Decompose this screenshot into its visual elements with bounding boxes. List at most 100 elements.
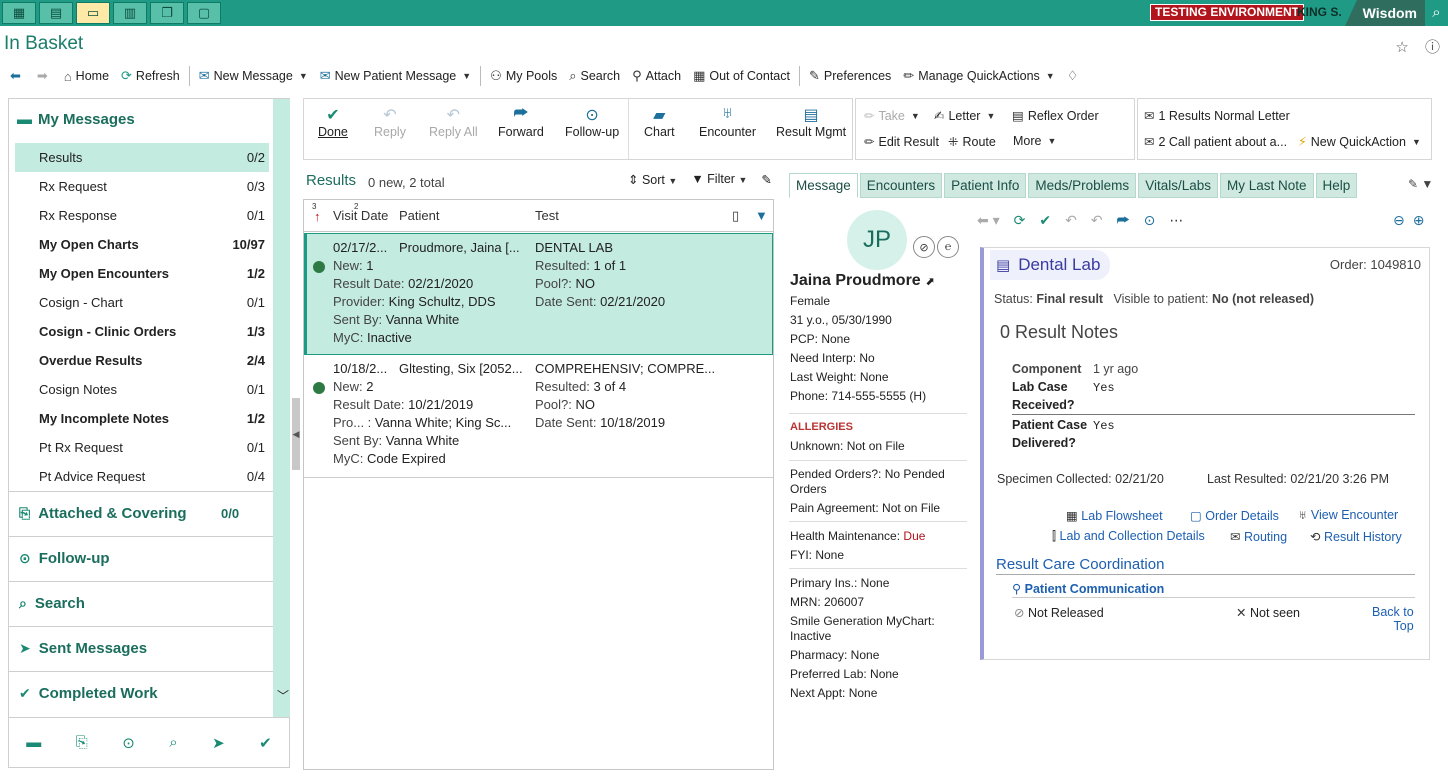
- followup-icon[interactable]: ⊙: [1144, 212, 1156, 229]
- edit-result-button[interactable]: ✏ Edit Result: [864, 134, 939, 150]
- favorite-star-icon[interactable]: ☆: [1395, 39, 1408, 56]
- table-row[interactable]: 02/17/2... Proudmore, Jaina [... DENTAL …: [304, 233, 773, 355]
- quickaction-2-button[interactable]: ✉ 2 Call patient about a...: [1144, 134, 1294, 150]
- my-pools-button[interactable]: ⚇ My Pools: [484, 65, 563, 87]
- tab-help[interactable]: Help: [1315, 173, 1358, 198]
- view-encounter-link[interactable]: ♅ View Encounter: [1298, 508, 1398, 522]
- refresh-button[interactable]: ⟳ Refresh: [115, 65, 186, 87]
- new-patient-message-button[interactable]: ✉ New Patient Message ▼: [314, 65, 477, 87]
- folder-item[interactable]: Pt Rx Request 0/1: [15, 433, 269, 462]
- reply-button[interactable]: ↶ Reply: [374, 105, 406, 139]
- lab-collection-link[interactable]: ⫿ Lab and Collection Details: [1052, 529, 1205, 544]
- patient-communication-link[interactable]: ⚲ Patient Communication: [1012, 581, 1164, 596]
- forward-nav-button[interactable]: ➡: [31, 65, 58, 87]
- order-details-link[interactable]: ▢ Order Details: [1190, 508, 1279, 523]
- folder-item[interactable]: Overdue Results 2/4: [15, 346, 269, 375]
- avatar[interactable]: JP: [847, 210, 907, 270]
- folder-item[interactable]: My Open Encounters 1/2: [15, 259, 269, 288]
- result-history-link[interactable]: ⟲ Result History: [1310, 529, 1402, 544]
- tab-meds-problems[interactable]: Meds/Problems: [1028, 173, 1137, 198]
- chart-button[interactable]: ▰ Chart: [644, 105, 675, 139]
- reply-all-icon[interactable]: ↶: [1091, 212, 1103, 229]
- done-button[interactable]: ✔ Done: [318, 105, 348, 139]
- my-messages-header[interactable]: ▬ My Messages: [17, 111, 135, 128]
- table-row[interactable]: 10/18/2... Gltesting, Six [2052... COMPR…: [304, 355, 773, 477]
- preferences-button[interactable]: ✎ Preferences: [803, 65, 897, 87]
- reply-all-button[interactable]: ↶ Reply All: [429, 105, 478, 139]
- result-notes-count[interactable]: 0 Result Notes: [1000, 322, 1118, 343]
- sort-button[interactable]: ⇕ Sort ▼: [628, 172, 677, 187]
- folder-item[interactable]: Rx Request 0/3: [15, 172, 269, 201]
- letter-button[interactable]: ✍ Letter ▼: [934, 108, 995, 124]
- lab-flowsheet-link[interactable]: ▦ Lab Flowsheet: [1066, 508, 1163, 523]
- forward-icon[interactable]: ⮫: [1117, 212, 1130, 229]
- mychart-icon[interactable]: ℮: [937, 236, 959, 258]
- take-button[interactable]: ✏ Take ▼: [864, 108, 920, 124]
- attached-icon[interactable]: ⎘: [76, 734, 88, 751]
- search-icon[interactable]: ⌕: [1425, 0, 1448, 26]
- checkmark-icon[interactable]: ✔: [259, 734, 272, 752]
- folder-item[interactable]: Rx Response 0/1: [15, 201, 269, 230]
- brand-logo[interactable]: Wisdom: [1345, 0, 1425, 26]
- folder-item[interactable]: Cosign - Clinic Orders 1/3: [15, 317, 269, 346]
- wrench-icon[interactable]: ✎ ▼: [1408, 177, 1433, 191]
- chat-icon[interactable]: ▢: [187, 2, 221, 24]
- new-message-button[interactable]: ✉ New Message ▼: [193, 65, 314, 87]
- attached-covering-section[interactable]: ⎘ Attached & Covering 0/0: [9, 491, 273, 535]
- user-name[interactable]: KING S.: [1297, 5, 1342, 19]
- col-patient[interactable]: Patient: [399, 208, 439, 223]
- folder-item[interactable]: Cosign Notes 0/1: [15, 375, 269, 404]
- manage-quickactions-button[interactable]: ✏ Manage QuickActions ▼: [897, 65, 1060, 87]
- wrench-icon[interactable]: ✎: [761, 172, 771, 187]
- checkmark-icon[interactable]: ✔: [1039, 212, 1051, 229]
- home-button[interactable]: ⌂ Home: [58, 65, 115, 87]
- search-button[interactable]: ⌕ Search: [563, 65, 626, 87]
- patient-name[interactable]: Jaina Proudmore ⬈: [790, 272, 934, 290]
- more-icon[interactable]: ⋯: [1169, 212, 1183, 229]
- attach-button[interactable]: ⚲ Attach: [626, 65, 687, 87]
- dashboard-icon[interactable]: ▦: [2, 2, 36, 24]
- zoom-out-icon[interactable]: ⊖: [1393, 212, 1413, 228]
- health-maintenance[interactable]: Health Maintenance: Due: [790, 529, 925, 543]
- more-button[interactable]: More ▼: [1013, 134, 1056, 148]
- filter-button[interactable]: ▼ Filter ▼: [691, 172, 747, 187]
- route-button[interactable]: ⁜ Route: [948, 134, 996, 150]
- forward-button[interactable]: ⮫ Forward: [498, 105, 544, 139]
- media-icon[interactable]: ⊘: [913, 236, 935, 258]
- send-icon[interactable]: ➤: [212, 734, 225, 752]
- followup-section[interactable]: ⊙ Follow-up: [9, 536, 273, 580]
- result-mgmt-button[interactable]: ▤ Result Mgmt: [776, 105, 846, 139]
- inbasket-icon[interactable]: ▭: [76, 2, 110, 24]
- folder-item[interactable]: My Open Charts 10/97: [15, 230, 269, 259]
- back-arrow-icon[interactable]: ⬅ ▾: [977, 212, 1000, 229]
- completed-work-section[interactable]: ✔ Completed Work: [9, 671, 273, 715]
- calendar-icon[interactable]: ▤: [39, 2, 73, 24]
- tab-message[interactable]: Message: [789, 173, 858, 198]
- folder-item[interactable]: Cosign - Chart 0/1: [15, 288, 269, 317]
- filter-icon[interactable]: ▼: [755, 208, 768, 223]
- help-icon[interactable]: ⓘ: [1425, 39, 1440, 56]
- folder-item[interactable]: Pt Advice Request 0/4: [15, 462, 269, 491]
- back-button[interactable]: ⬅: [0, 65, 31, 87]
- followup-button[interactable]: ⊙ Follow-up: [565, 105, 619, 139]
- scrollbar[interactable]: [273, 99, 290, 717]
- tab-my-last-note[interactable]: My Last Note: [1219, 173, 1314, 198]
- quickaction-1-button[interactable]: ✉ 1 Results Normal Letter: [1144, 108, 1290, 124]
- tab-encounters[interactable]: Encounters: [859, 173, 943, 198]
- zoom-in-icon[interactable]: ⊕: [1413, 212, 1433, 228]
- search-icon[interactable]: ⌕: [169, 734, 177, 751]
- refresh-icon[interactable]: ⟳: [1014, 212, 1026, 229]
- inbox-icon[interactable]: ▬: [26, 734, 41, 751]
- panel-splitter[interactable]: ◀: [292, 398, 300, 470]
- priority-arrow-icon[interactable]: ↑: [314, 209, 321, 224]
- col-visit-date[interactable]: Visit Date: [333, 208, 388, 223]
- reports-icon[interactable]: ▥: [113, 2, 147, 24]
- encounter-button[interactable]: ♅ Encounter: [699, 105, 756, 139]
- folder-item[interactable]: My Incomplete Notes 1/2: [15, 404, 269, 433]
- document-icon[interactable]: ▯: [732, 208, 739, 224]
- sent-messages-section[interactable]: ➤ Sent Messages: [9, 626, 273, 670]
- chevron-down-icon[interactable]: ﹀: [277, 687, 289, 704]
- col-test[interactable]: Test: [535, 208, 559, 223]
- windows-icon[interactable]: ❐: [150, 2, 184, 24]
- folder-item[interactable]: Results 0/2: [15, 143, 269, 172]
